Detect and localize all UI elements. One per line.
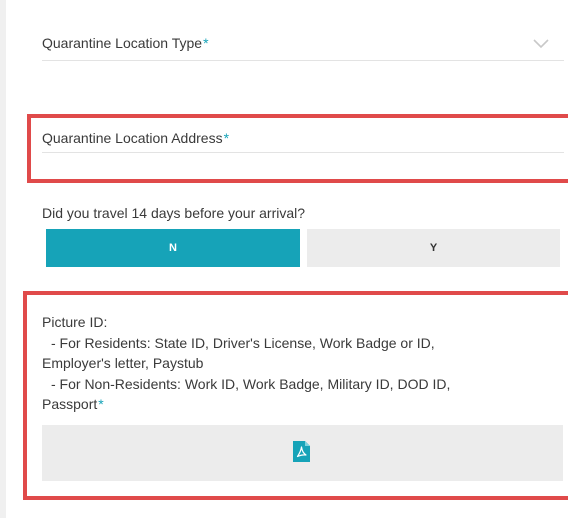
travel-question-label: Did you travel 14 days before your arriv…: [42, 205, 306, 221]
travel-option-n-button[interactable]: N: [46, 229, 300, 267]
non-resident-id-line: - For Non-Residents: Work ID, Work Badge…: [51, 375, 451, 392]
non-resident-id-line-cont: Passport*: [42, 396, 104, 412]
pdf-file-icon[interactable]: [293, 441, 310, 462]
picture-id-title: Picture ID:: [42, 314, 108, 330]
resident-id-line: - For Residents: State ID, Driver's Lice…: [51, 334, 435, 351]
left-divider: [0, 0, 6, 518]
resident-id-line-cont: Employer's letter, Paystub: [42, 355, 204, 371]
picture-id-instructions: Picture ID: - For Residents: State ID, D…: [42, 312, 562, 415]
required-asterisk: *: [223, 130, 230, 146]
chevron-down-icon[interactable]: [532, 38, 550, 50]
travel-option-y-button[interactable]: Y: [307, 229, 560, 267]
quarantine-type-select[interactable]: [42, 30, 564, 61]
picture-id-upload-area[interactable]: [42, 425, 563, 481]
required-asterisk: *: [98, 396, 104, 412]
quarantine-address-label: Quarantine Location Address*: [42, 130, 230, 146]
quarantine-address-input[interactable]: [42, 152, 564, 175]
